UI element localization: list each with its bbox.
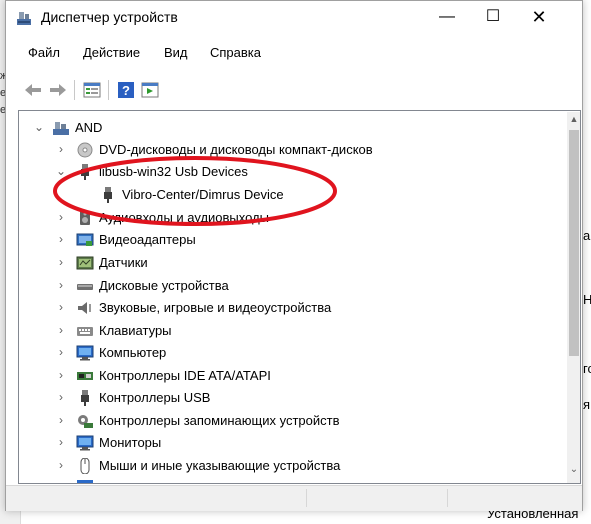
tree-item-sound[interactable]: › Звуковые, игровые и видеоустройства [19,297,559,319]
background-text: го [583,361,591,376]
toolbar: ? [6,75,582,105]
tree-item-sensors[interactable]: › Датчики [19,252,559,274]
background-text: а [583,228,591,243]
chevron-right-icon[interactable]: › [55,345,67,359]
mouse-icon [80,458,90,474]
device-manager-icon [17,12,31,25]
tree-item-keyboards[interactable]: › Клавиатуры [19,320,559,342]
tree-item-label: Контроллеры запоминающих устройств [99,413,340,428]
status-segment [307,489,448,507]
menu-help[interactable]: Справка [210,45,261,60]
tree-root[interactable]: ⌄ AND [19,117,559,139]
tree-item-label: Контроллеры IDE ATA/ATAPI [99,368,271,383]
tree-item-label: Мониторы [99,435,162,450]
chevron-right-icon[interactable]: › [55,255,67,269]
monitor-icon [76,435,94,451]
close-button[interactable]: ✕ [516,1,562,33]
scroll-up-icon[interactable]: ▲ [567,114,580,124]
title-bar[interactable]: Диспетчер устройств — ☐ ✕ [6,1,582,33]
disk-drive-icon [77,284,93,290]
chevron-right-icon[interactable]: › [55,278,67,292]
tree-item-audio-io[interactable]: › Аудиовходы и аудиовыходы [19,207,559,229]
status-bar [6,485,582,511]
tree-item-label: Видеоадаптеры [99,232,196,247]
chevron-right-icon[interactable]: › [55,435,67,449]
display-adapter-icon [76,233,94,246]
ide-controller-icon [77,372,93,380]
chevron-right-icon[interactable]: › [55,300,67,314]
tree-item-label: Компьютер [99,345,167,360]
menu-action[interactable]: Действие [83,45,140,60]
tree-item-libusb[interactable]: ⌄ libusb-win32 Usb Devices [19,161,559,183]
chevron-right-icon[interactable]: › [55,413,67,427]
chevron-down-icon[interactable]: ⌄ [33,120,45,134]
tree-item-monitors[interactable]: › Мониторы [19,432,559,454]
tree-item-label: Дисковые устройства [99,278,229,293]
forward-arrow-icon[interactable] [48,81,68,99]
usb-plug-icon [81,164,89,180]
scroll-thumb[interactable] [569,130,579,356]
chevron-right-icon[interactable]: › [55,210,67,224]
speaker-icon [78,302,91,314]
tree-item-label: Мыши и иные указывающие устройства [99,458,341,473]
maximize-button[interactable]: ☐ [470,1,516,33]
tree-item-label: Клавиатуры [99,323,172,338]
tree-item-label: libusb-win32 Usb Devices [99,164,248,179]
chevron-right-icon[interactable]: › [55,368,67,382]
minimize-button[interactable]: — [424,1,470,33]
menu-file[interactable]: Файл [28,45,60,60]
tree-item-dvd[interactable]: › DVD-дисководы и дисководы компакт-диск… [19,139,559,161]
background-text: Н [583,292,591,307]
run-icon[interactable] [140,81,160,99]
tree-item-usb-controllers[interactable]: › Контроллеры USB [19,387,559,409]
chevron-right-icon[interactable]: › [55,142,67,156]
tree-item-label: DVD-дисководы и дисководы компакт-дисков [99,142,373,157]
menu-bar: Файл Действие Вид Справка [6,45,582,67]
tree-item-computer[interactable]: › Компьютер [19,342,559,364]
tree-item-disk-drives[interactable]: › Дисковые устройства [19,275,559,297]
monitor-icon [77,480,93,483]
tree-item-video-adapters[interactable]: › Видеоадаптеры [19,229,559,251]
vertical-scrollbar[interactable]: ▲ ⌄ [567,112,580,483]
tree-item-label: Звуковые, игровые и видеоустройства [99,300,332,315]
tree-item-vibro[interactable]: Vibro-Center/Dimrus Device [19,184,559,206]
tree-item-mice[interactable]: › Мыши и иные указывающие устройства [19,455,559,477]
scroll-down-icon[interactable]: ⌄ [567,464,580,475]
tree-item-storage-controllers[interactable]: › Контроллеры запоминающих устройств [19,410,559,432]
toolbar-separator [108,80,109,100]
properties-icon[interactable] [82,81,102,99]
device-tree: ⌄ AND › DVD-дисководы и дисководы компак… [18,110,581,484]
background-text: я [583,397,591,412]
chevron-right-icon[interactable]: › [55,390,67,404]
monitor-icon [76,345,94,361]
menu-view[interactable]: Вид [164,45,188,60]
svg-text:?: ? [122,83,130,98]
tree-root-label: AND [75,120,103,135]
back-arrow-icon[interactable] [23,81,43,99]
window-title: Диспетчер устройств [41,9,178,25]
tree-item-ide[interactable]: › Контроллеры IDE ATA/ATAPI [19,365,559,387]
tree-item-label: Датчики [99,255,148,270]
dvd-drive-icon [77,142,93,158]
storage-controller-icon [78,415,93,428]
toolbar-separator [74,80,75,100]
chevron-right-icon[interactable]: › [55,458,67,472]
chevron-down-icon[interactable]: ⌄ [55,164,67,178]
device-manager-window: Диспетчер устройств — ☐ ✕ Файл Действие … [5,0,583,511]
status-segment [6,489,307,507]
tree-item-label: Vibro-Center/Dimrus Device [122,187,284,202]
help-icon[interactable]: ? [116,81,136,99]
computer-icon [53,122,69,135]
keyboard-icon [77,327,93,336]
usb-plug-icon [81,390,89,406]
usb-plug-icon [104,187,112,203]
tree-item-label: Контроллеры USB [99,390,211,405]
chevron-right-icon[interactable]: › [55,323,67,337]
tree-item-label: Аудиовходы и аудиовыходы [99,210,269,225]
chevron-right-icon[interactable]: › [55,232,67,246]
speaker-icon [80,211,90,225]
sensor-icon [76,256,94,270]
background-window-right: а Н го я [583,0,591,524]
